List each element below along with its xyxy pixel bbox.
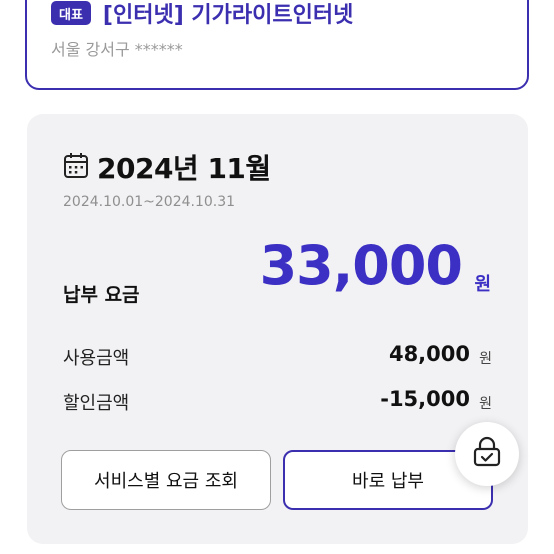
bill-card: 2024년 11월 2024.10.01~2024.10.31 납부 요금 33… — [27, 114, 528, 544]
total-unit: 원 — [474, 274, 491, 295]
usage-amount-label: 사용금액 — [63, 348, 130, 369]
usage-amount-unit: 원 — [479, 351, 492, 367]
discount-amount-unit: 원 — [479, 396, 492, 412]
discount-amount-row: 할인금액 -15,000 원 — [63, 387, 492, 417]
billing-period-range: 2024.10.01~2024.10.31 — [63, 194, 236, 210]
page: 대표 [인터넷] 기가라이트인터넷 서울 강서구 ****** 2024년 11… — [0, 0, 554, 554]
period-header: 2024년 11월 — [63, 147, 271, 187]
service-location: 서울 강서구 ****** — [51, 40, 183, 59]
address-header: 대표 [인터넷] 기가라이트인터넷 — [51, 0, 353, 29]
address-card[interactable]: 대표 [인터넷] 기가라이트인터넷 서울 강서구 ****** — [25, 0, 529, 90]
service-title: [인터넷] 기가라이트인터넷 — [102, 3, 354, 28]
usage-amount-row: 사용금액 48,000 원 — [63, 342, 492, 372]
discount-amount-label: 할인금액 — [63, 393, 130, 414]
lock-check-icon — [470, 435, 504, 473]
service-fee-lookup-button[interactable]: 서비스별 요금 조회 — [61, 450, 271, 510]
total-label: 납부 요금 — [63, 284, 140, 306]
primary-badge: 대표 — [51, 1, 91, 25]
discount-amount-value: -15,000 — [380, 387, 470, 411]
billing-period-title: 2024년 11월 — [97, 152, 271, 185]
lock-fab-button[interactable] — [455, 422, 519, 486]
usage-amount-value: 48,000 — [388, 342, 470, 366]
calendar-icon — [63, 151, 89, 183]
total-amount: 33,000 — [259, 234, 463, 297]
